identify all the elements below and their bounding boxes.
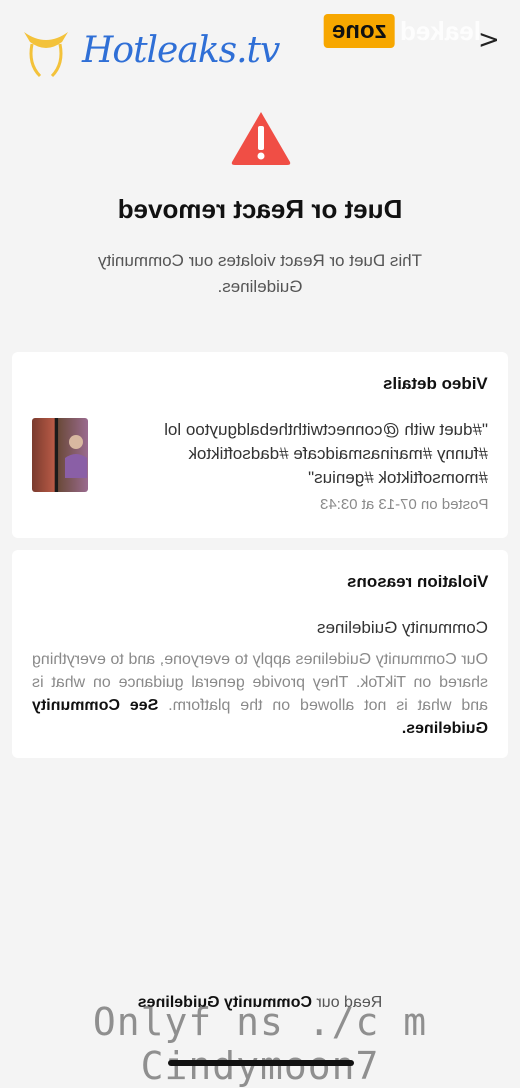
page-title: Duet or React removed [117,194,403,224]
violation-subtitle: Community Guidelines [316,618,488,637]
bottom-watermark: Onlyf ns ./c m Cindymoon7 [92,1000,428,1088]
watermark-zone-badge: zone [324,14,395,48]
video-thumbnail[interactable] [32,418,88,492]
video-details-title: Video details [383,374,488,393]
logo-emblem-icon [24,32,68,78]
watermark-leaked-text: leaked [400,16,481,46]
video-details-card: Video details "#duet with @connectwithth… [12,352,508,538]
home-indicator[interactable] [168,1060,354,1066]
watermark-zone-text: zone [332,17,387,44]
violation-reasons-title: Violation reasons [346,572,488,591]
warning-triangle-icon [231,112,291,165]
violation-reasons-card: Violation reasons Community Guidelines O… [12,550,508,758]
brand-text: Hotleaks.tv [82,29,280,71]
thumbnail-image-icon [65,435,87,478]
violation-body: Our Community Guidelines apply to everyo… [32,648,488,740]
video-posted-date: Posted on 07-13 at 03:43 [319,496,488,513]
hotleaks-logo: Hotleaks.tv [18,20,280,80]
page-subtitle: This Duet or React violates our Communit… [97,251,423,296]
video-description: "#duet with @connectwiththebaldguytoo lo… [164,420,488,487]
back-chevron-icon[interactable]: < [478,25,500,55]
